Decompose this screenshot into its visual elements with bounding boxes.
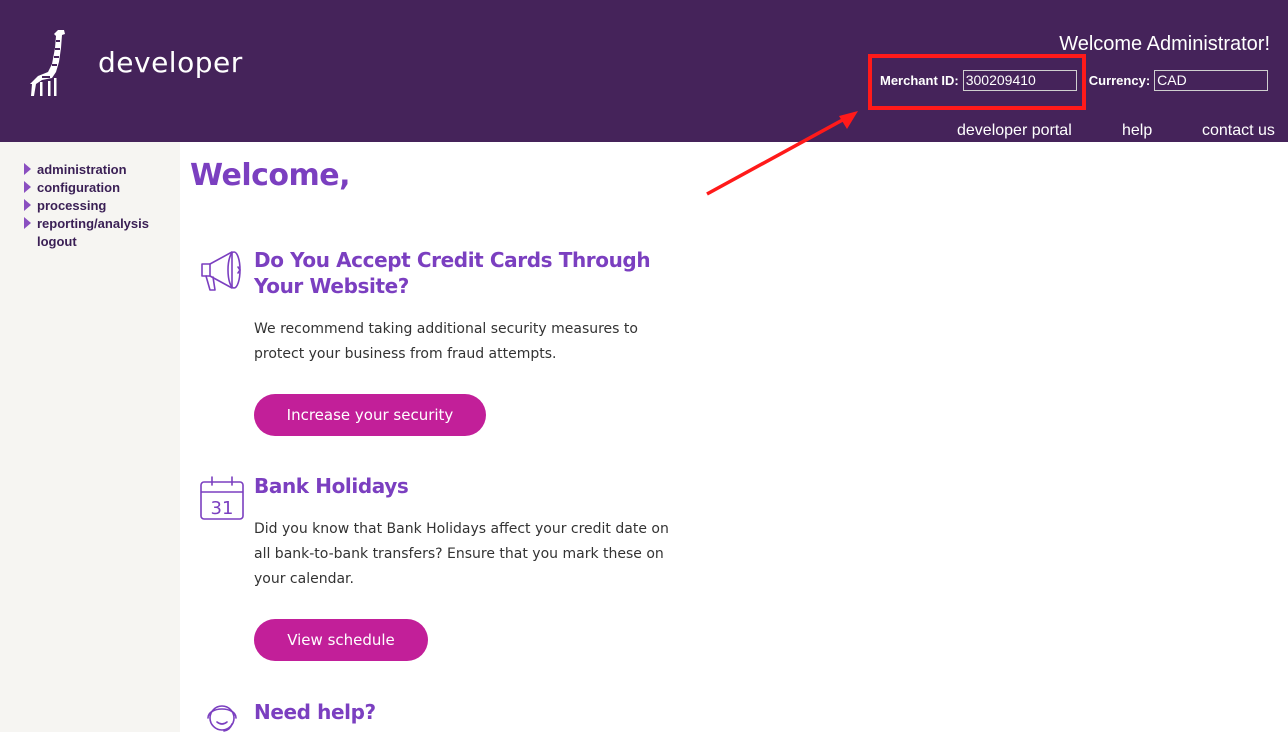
view-schedule-button[interactable]: View schedule [254,619,428,661]
support-agent-icon [207,705,237,732]
sidebar-item-administration[interactable]: administration [24,160,127,178]
currency-field[interactable] [1154,69,1269,91]
caret-right-icon [24,199,31,211]
caret-right-icon [24,181,31,193]
sidebar-item-logout[interactable]: logout [24,232,77,250]
sidebar: administration configuration processing … [0,142,180,732]
header-bar: developer Welcome Administrator! Merchan… [0,0,1288,142]
annotation-arrow [706,111,858,196]
card-heading-need-help: Need help? [254,700,376,724]
sidebar-item-label: reporting/analysis [37,215,149,231]
nav-contact-us[interactable]: contact us [1202,122,1275,140]
megaphone-icon [201,251,241,291]
welcome-message: Welcome Administrator! [1059,33,1270,55]
sidebar-item-configuration[interactable]: configuration [24,178,120,196]
nav-developer-portal[interactable]: developer portal [957,122,1072,140]
annotation-highlight-box [868,54,1086,110]
giraffe-icon [30,30,65,96]
caret-right-icon [24,217,31,229]
currency-label: Currency: [1088,72,1151,88]
increase-security-button[interactable]: Increase your security [254,394,486,436]
card-text-bank-holidays: Did you know that Bank Holidays affect y… [254,521,669,587]
sidebar-item-label: configuration [37,179,121,195]
sidebar-item-processing[interactable]: processing [24,196,106,214]
calendar-icon: 31 [200,476,244,520]
sidebar-item-label: logout [37,233,77,249]
card-text-credit-cards: We recommend taking additional security … [254,321,638,362]
developer-logo[interactable]: developer [28,28,242,100]
sidebar-item-reporting-analysis[interactable]: reporting/analysis [24,214,149,232]
sidebar-item-label: processing [37,197,107,213]
sidebar-item-label: administration [37,161,127,177]
page-title: Welcome, [190,158,351,193]
logo-text: developer [98,46,243,79]
card-heading-bank-holidays: Bank Holidays [254,474,409,498]
calendar-day: 31 [211,498,234,519]
caret-right-icon [24,163,31,175]
nav-help[interactable]: help [1122,122,1152,140]
card-heading-credit-cards: Do You Accept Credit Cards Through Your … [254,248,651,298]
